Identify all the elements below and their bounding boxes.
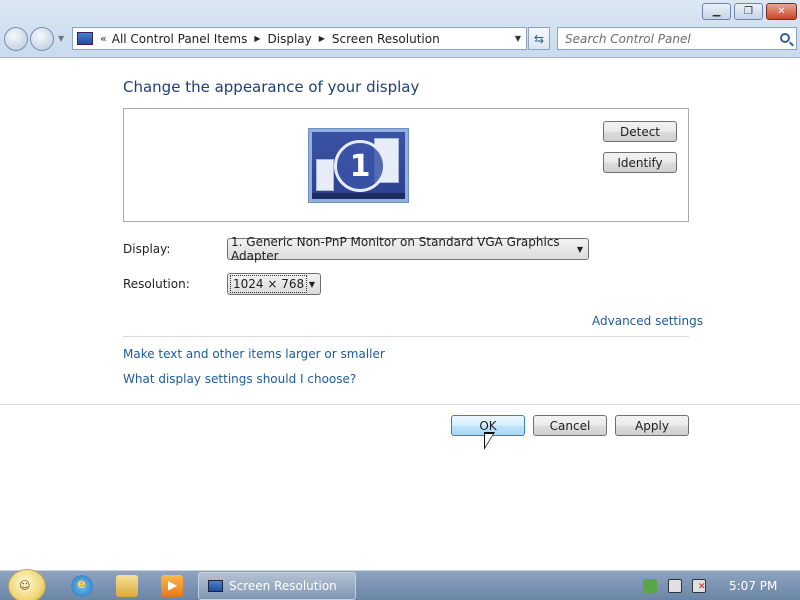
cancel-button[interactable]: Cancel bbox=[533, 415, 607, 436]
clock[interactable]: 5:07 PM bbox=[729, 579, 777, 593]
display-select[interactable]: 1. Generic Non-PnP Monitor on Standard V… bbox=[227, 235, 589, 263]
taskbar-item-label: Screen Resolution bbox=[229, 579, 337, 593]
breadcrumb-arrow-icon[interactable]: ▶ bbox=[319, 34, 325, 43]
address-dropdown-icon[interactable]: ▼ bbox=[515, 34, 521, 43]
text-size-link[interactable]: Make text and other items larger or smal… bbox=[123, 347, 385, 361]
refresh-button[interactable]: ⇆ bbox=[528, 27, 550, 50]
breadcrumb-overflow-icon[interactable]: « bbox=[100, 32, 107, 45]
search-box[interactable] bbox=[557, 27, 797, 50]
restore-icon: ❐ bbox=[744, 6, 753, 17]
resolution-select[interactable]: 1024 × 768 ▼ bbox=[227, 273, 321, 295]
forward-button[interactable] bbox=[30, 27, 54, 51]
media-player-icon[interactable]: ▶ bbox=[161, 575, 183, 597]
monitor-taskbar-thumbnail bbox=[312, 193, 405, 199]
title-bar: ▁ ❐ ✕ ▼ « All Control Panel Items ▶ Disp… bbox=[0, 0, 800, 58]
monitor-window-thumbnail bbox=[316, 159, 334, 191]
apply-button[interactable]: Apply bbox=[615, 415, 689, 436]
search-input[interactable] bbox=[565, 31, 775, 46]
chevron-down-icon: ▼ bbox=[576, 245, 583, 254]
detect-button[interactable]: Detect bbox=[603, 121, 677, 142]
divider bbox=[0, 404, 800, 405]
search-icon[interactable] bbox=[780, 33, 790, 43]
close-button[interactable]: ✕ bbox=[766, 3, 797, 20]
maximize-button[interactable]: ❐ bbox=[734, 3, 763, 20]
minimize-button[interactable]: ▁ bbox=[702, 3, 731, 20]
network-icon[interactable] bbox=[668, 579, 682, 593]
breadcrumb-arrow-icon[interactable]: ▶ bbox=[254, 34, 260, 43]
mouse-cursor-icon bbox=[484, 432, 495, 450]
recent-pages-dropdown[interactable]: ▼ bbox=[58, 34, 64, 43]
display-help-link[interactable]: What display settings should I choose? bbox=[123, 372, 356, 386]
close-icon: ✕ bbox=[777, 6, 786, 17]
breadcrumb-all-items[interactable]: All Control Panel Items bbox=[112, 32, 248, 46]
volume-muted-icon[interactable] bbox=[692, 579, 706, 593]
chevron-down-icon: ▼ bbox=[308, 280, 315, 289]
address-bar[interactable]: « All Control Panel Items ▶ Display ▶ Sc… bbox=[72, 27, 527, 50]
action-center-icon[interactable] bbox=[643, 579, 657, 593]
control-panel-icon bbox=[77, 32, 93, 45]
refresh-icon: ⇆ bbox=[533, 31, 545, 46]
taskbar-item-screen-resolution[interactable]: Screen Resolution bbox=[198, 572, 356, 600]
minimize-icon: ▁ bbox=[712, 6, 721, 17]
advanced-settings-link[interactable]: Advanced settings bbox=[592, 314, 703, 328]
monitor-icon[interactable]: 1 bbox=[308, 128, 409, 203]
resolution-label: Resolution: bbox=[123, 277, 190, 291]
breadcrumb-display[interactable]: Display bbox=[268, 32, 312, 46]
page-title: Change the appearance of your display bbox=[123, 78, 420, 96]
monitor-number: 1 bbox=[334, 140, 386, 192]
taskbar: ☺ e ▶ Screen Resolution 5:07 PM bbox=[0, 569, 800, 600]
resolution-select-value: 1024 × 768 bbox=[230, 275, 308, 293]
ie-icon[interactable]: e bbox=[71, 575, 93, 597]
explorer-icon[interactable] bbox=[116, 575, 138, 597]
back-button[interactable] bbox=[4, 27, 28, 51]
divider bbox=[123, 336, 689, 337]
identify-button[interactable]: Identify bbox=[603, 152, 677, 173]
display-label: Display: bbox=[123, 242, 171, 256]
display-select-value: 1. Generic Non-PnP Monitor on Standard V… bbox=[231, 235, 560, 263]
start-button[interactable]: ☺ bbox=[8, 569, 46, 600]
start-orb-icon: ☺ bbox=[19, 579, 31, 592]
breadcrumb-screen-resolution[interactable]: Screen Resolution bbox=[332, 32, 440, 46]
control-panel-icon bbox=[208, 580, 223, 592]
